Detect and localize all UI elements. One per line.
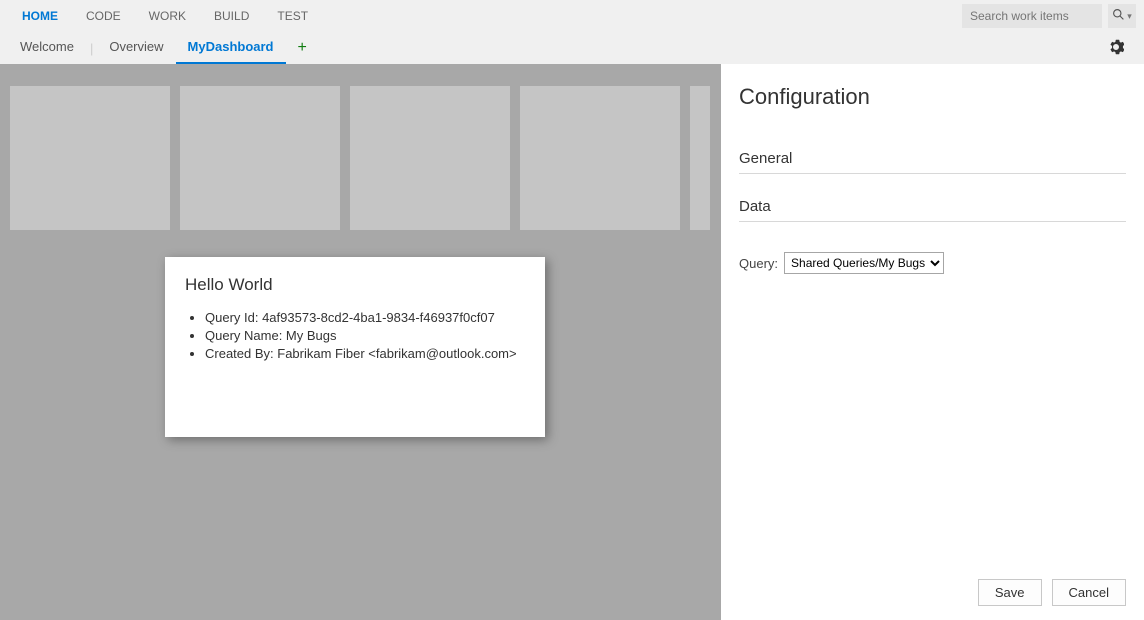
dashboard-tile[interactable]: [690, 86, 710, 230]
popup-title: Hello World: [185, 275, 525, 295]
sub-nav: Welcome | Overview MyDashboard +: [8, 32, 319, 65]
query-label: Query:: [739, 256, 778, 271]
nav-home[interactable]: HOME: [8, 0, 72, 32]
tab-mydashboard[interactable]: MyDashboard: [176, 32, 286, 65]
gear-icon: [1108, 43, 1124, 58]
dashboard-tile[interactable]: [180, 86, 340, 230]
nav-build[interactable]: BUILD: [200, 0, 263, 32]
dashboard-tile[interactable]: [350, 86, 510, 230]
nav-test[interactable]: TEST: [263, 0, 322, 32]
save-button[interactable]: Save: [978, 579, 1042, 606]
search-input[interactable]: [962, 4, 1102, 28]
settings-button[interactable]: [1096, 39, 1136, 58]
add-tab-button[interactable]: +: [286, 33, 319, 63]
divider: |: [86, 41, 97, 56]
dashboard-tile[interactable]: [520, 86, 680, 230]
configuration-panel: Configuration General Data Query: Shared…: [721, 64, 1144, 620]
top-nav: HOME CODE WORK BUILD TEST: [8, 0, 322, 32]
chevron-down-icon: ▾: [1127, 11, 1132, 22]
popup-item: Query Name: My Bugs: [205, 327, 525, 345]
popup-item: Query Id: 4af93573-8cd2-4ba1-9834-f46937…: [205, 309, 525, 327]
nav-work[interactable]: WORK: [135, 0, 200, 32]
config-title: Configuration: [739, 84, 1126, 110]
tab-welcome[interactable]: Welcome: [8, 32, 86, 65]
popup-item: Created By: Fabrikam Fiber <fabrikam@out…: [205, 345, 525, 363]
dashboard-tile[interactable]: [10, 86, 170, 230]
section-data[interactable]: Data: [739, 198, 1126, 222]
cancel-button[interactable]: Cancel: [1052, 579, 1126, 606]
dashboard-canvas[interactable]: Hello World Query Id: 4af93573-8cd2-4ba1…: [0, 64, 721, 620]
search-button[interactable]: ▾: [1108, 4, 1136, 28]
nav-code[interactable]: CODE: [72, 0, 135, 32]
tab-overview[interactable]: Overview: [97, 32, 175, 65]
query-select[interactable]: Shared Queries/My Bugs: [784, 252, 944, 274]
search-icon: [1112, 8, 1125, 24]
section-general[interactable]: General: [739, 150, 1126, 174]
widget-popup: Hello World Query Id: 4af93573-8cd2-4ba1…: [165, 257, 545, 437]
